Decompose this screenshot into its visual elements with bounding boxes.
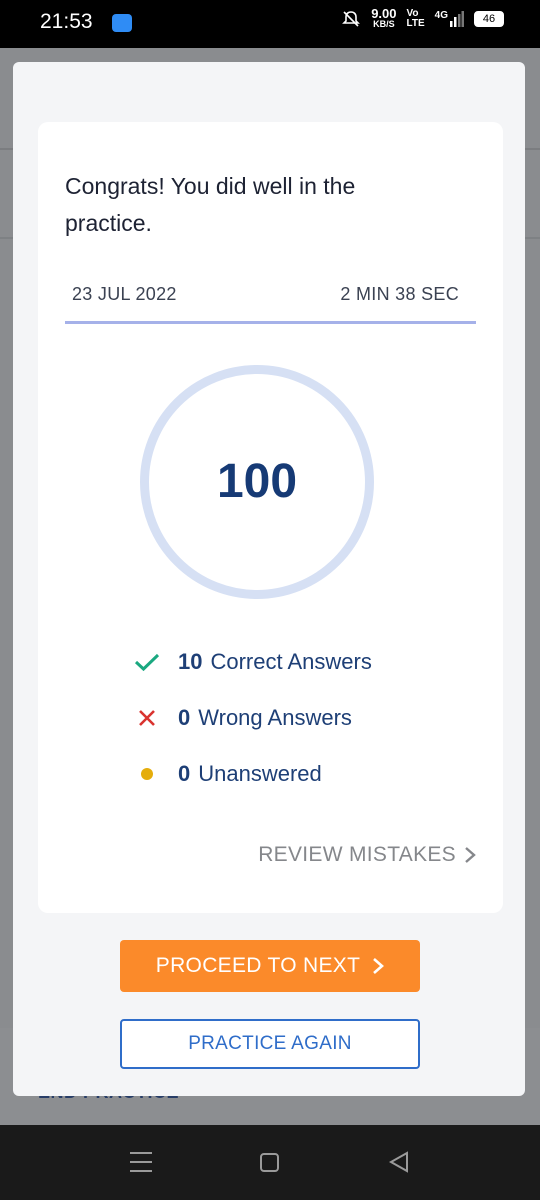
unanswered-label: Unanswered — [198, 761, 322, 786]
correct-count: 10 — [178, 649, 203, 674]
android-app-icon — [112, 14, 132, 32]
home-icon[interactable] — [260, 1153, 279, 1172]
signal-bars-icon — [450, 11, 464, 27]
correct-stat: 10 Correct Answers — [133, 647, 372, 677]
chevron-right-icon — [373, 958, 385, 974]
mute-bell-icon — [342, 11, 361, 27]
congrats-message: Congrats! You did well in the practice. — [65, 173, 356, 236]
recent-apps-icon[interactable] — [130, 1152, 152, 1179]
status-time: 21:53 — [40, 10, 93, 33]
score-value: 100 — [216, 455, 298, 508]
volte-bottom: LTE — [406, 18, 425, 29]
result-meta: 23 JUL 2022 2 MIN 38 SEC — [65, 280, 476, 324]
practice-date: 23 JUL 2022 — [72, 284, 177, 304]
battery-indicator: 46 — [474, 11, 504, 27]
review-mistakes-label: REVIEW MISTAKES — [258, 843, 456, 866]
wrong-label: Wrong Answers — [198, 705, 352, 730]
wrong-count: 0 — [178, 705, 191, 730]
proceed-to-next-button[interactable]: PROCEED TO NEXT — [120, 940, 420, 992]
system-nav-bar — [0, 1125, 540, 1200]
practice-again-button[interactable]: PRACTICE AGAIN — [120, 1019, 420, 1069]
result-card: Congrats! You did well in the practice. … — [38, 122, 503, 913]
volte-indicator: Vo LTE — [407, 9, 425, 29]
x-icon — [133, 709, 161, 727]
wrong-stat: 0 Wrong Answers — [133, 703, 352, 733]
status-indicators: 9.00 KB/S Vo LTE 4G 46 — [341, 6, 504, 30]
speed-value: 9.00 — [371, 6, 397, 21]
practice-duration: 2 MIN 38 SEC — [340, 284, 459, 304]
back-icon[interactable] — [388, 1151, 410, 1173]
score-ring: 100 — [140, 365, 374, 599]
result-modal: Congrats! You did well in the practice. … — [13, 62, 525, 1096]
network-speed: 9.00 KB/S — [371, 6, 397, 30]
unanswered-count: 0 — [178, 761, 191, 786]
check-icon — [133, 652, 161, 672]
status-bar: 21:53 9.00 KB/S Vo LTE 4G 46 — [0, 0, 540, 48]
proceed-label: PROCEED TO NEXT — [155, 954, 361, 977]
unanswered-stat: 0 Unanswered — [133, 759, 322, 789]
chevron-right-icon — [465, 847, 476, 863]
signal-indicator: 4G — [435, 11, 464, 27]
signal-label: 4G — [434, 10, 448, 21]
review-mistakes-link[interactable]: REVIEW MISTAKES — [258, 843, 476, 867]
practice-again-label: PRACTICE AGAIN — [188, 1033, 352, 1054]
speed-unit: KB/S — [373, 19, 395, 29]
correct-label: Correct Answers — [210, 649, 372, 674]
dot-icon — [133, 768, 161, 780]
